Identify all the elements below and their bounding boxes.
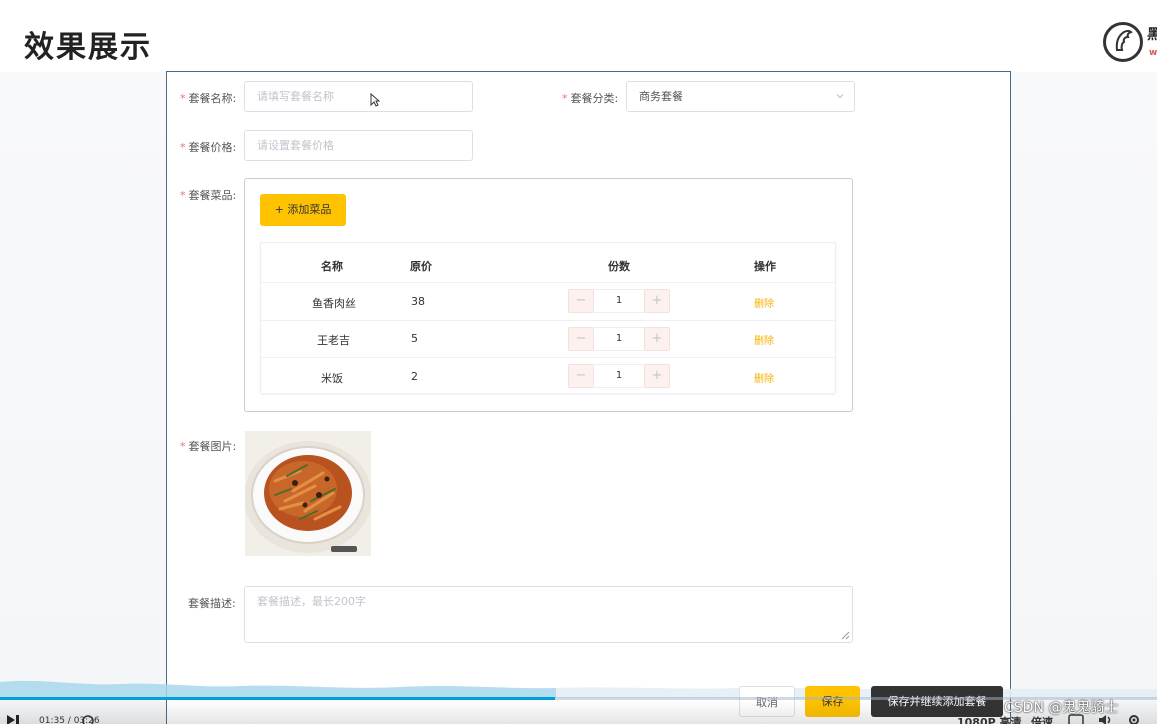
row-divider [261,320,835,321]
dish-price: 38 [411,295,425,308]
description-textarea[interactable]: 套餐描述，最长200字 [244,586,853,643]
row-divider [261,282,835,283]
row-divider [261,357,835,358]
logo-subtext: w [1149,48,1157,58]
food-plate-image [245,431,371,556]
dishes-table: 名称 原价 份数 操作 鱼香肉丝 38 − 1 + 删除 王老吉 5 − 1 +… [260,242,836,394]
replay-icon[interactable] [80,714,96,724]
price-input[interactable]: 请设置套餐价格 [244,130,473,161]
delete-link[interactable]: 删除 [754,332,774,347]
name-label: * 套餐名称: [180,92,237,105]
chevron-down-icon [836,94,844,99]
required-mark: * [180,92,186,105]
dishes-label: * 套餐菜品: [180,189,237,202]
dish-name: 米饭 [321,372,343,385]
image-label: * 套餐图片: [180,440,237,453]
required-mark: * [562,92,568,105]
increase-button[interactable]: + [644,327,670,351]
dish-price: 5 [411,332,418,345]
decrease-button[interactable]: − [568,289,594,313]
decrease-button[interactable]: − [568,327,594,351]
play-icon[interactable] [6,714,20,724]
column-header-quantity: 份数 [608,260,630,273]
quantity-stepper: − 1 + [568,289,670,313]
required-mark: * [180,141,186,154]
dish-price: 2 [411,370,418,383]
quantity-value[interactable]: 1 [594,364,644,388]
price-label: * 套餐价格: [180,141,237,154]
column-header-action: 操作 [754,260,776,273]
dish-name: 王老吉 [317,334,350,347]
logo: 黑 w [1103,20,1157,64]
name-input[interactable]: 请填写套餐名称 [244,81,473,112]
description-placeholder: 套餐描述，最长200字 [257,595,366,608]
decrease-button[interactable]: − [568,364,594,388]
slide-title: 效果展示 [24,30,152,65]
increase-button[interactable]: + [644,289,670,313]
increase-button[interactable]: + [644,364,670,388]
category-select[interactable]: 商务套餐 [626,81,855,112]
watermark-text: CSDN @鬼鬼骑士 [1004,700,1119,716]
knight-logo-icon [1115,29,1133,51]
quantity-stepper: − 1 + [568,364,670,388]
logo-text: 黑 [1147,27,1157,43]
quantity-stepper: − 1 + [568,327,670,351]
column-header-name: 名称 [321,260,343,273]
mouse-cursor-icon [370,93,380,107]
delete-link[interactable]: 删除 [754,295,774,310]
package-image[interactable] [245,431,371,556]
quantity-value[interactable]: 1 [594,327,644,351]
quantity-value[interactable]: 1 [594,289,644,313]
required-mark: * [180,440,186,453]
column-header-price: 原价 [410,260,432,273]
settings-gear-icon[interactable] [1126,714,1142,724]
dish-name: 鱼香肉丝 [312,297,356,310]
description-label: 套餐描述: [188,597,236,610]
category-label: * 套餐分类: [562,92,619,105]
category-value: 商务套餐 [639,90,683,103]
resize-handle-icon[interactable] [841,631,850,640]
required-mark: * [180,189,186,202]
delete-link[interactable]: 删除 [754,370,774,385]
add-dish-button[interactable]: + 添加菜品 [260,194,346,226]
